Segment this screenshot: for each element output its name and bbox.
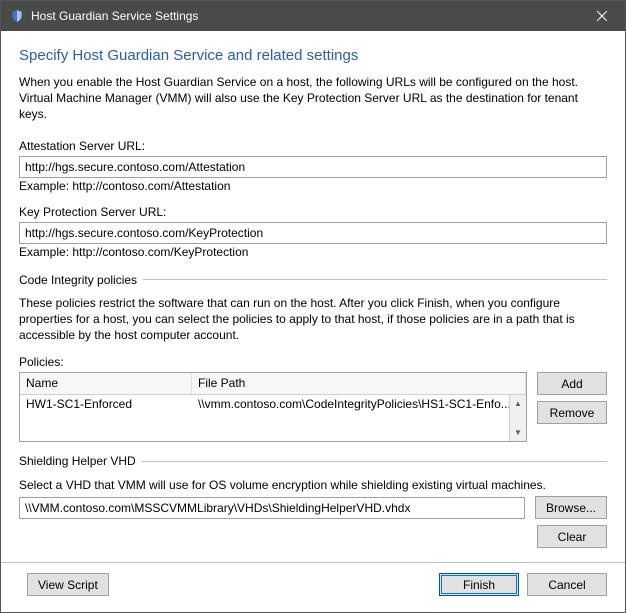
- finish-button[interactable]: Finish: [439, 573, 519, 596]
- intro-text: When you enable the Host Guardian Servic…: [19, 74, 607, 123]
- add-button[interactable]: Add: [537, 372, 607, 395]
- divider: [142, 461, 607, 462]
- col-name[interactable]: Name: [20, 373, 192, 394]
- policies-table[interactable]: Name File Path HW1-SC1-Enforced \\vmm.co…: [19, 372, 527, 442]
- ci-description: These policies restrict the software tha…: [19, 295, 607, 344]
- cell-name: HW1-SC1-Enforced: [20, 395, 192, 415]
- close-button[interactable]: [579, 1, 625, 31]
- clear-button[interactable]: Clear: [537, 525, 607, 548]
- vhd-path-input[interactable]: [19, 497, 525, 519]
- vhd-description: Select a VHD that VMM will use for OS vo…: [19, 478, 607, 492]
- page-heading: Specify Host Guardian Service and relate…: [19, 47, 607, 64]
- attestation-hint: Example: http://contoso.com/Attestation: [19, 179, 607, 193]
- table-row[interactable]: HW1-SC1-Enforced \\vmm.contoso.com\CodeI…: [20, 395, 526, 415]
- dialog-window: Host Guardian Service Settings Specify H…: [0, 0, 626, 613]
- vhd-group-text: Shielding Helper VHD: [19, 454, 136, 468]
- remove-button[interactable]: Remove: [537, 401, 607, 424]
- col-path[interactable]: File Path: [192, 373, 526, 394]
- divider: [143, 279, 607, 280]
- window-title: Host Guardian Service Settings: [31, 9, 579, 23]
- ci-group-text: Code Integrity policies: [19, 273, 137, 287]
- cell-path: \\vmm.contoso.com\CodeIntegrityPolicies\…: [192, 395, 526, 415]
- keyprotection-hint: Example: http://contoso.com/KeyProtectio…: [19, 245, 607, 259]
- vhd-group-label: Shielding Helper VHD: [19, 454, 607, 468]
- ci-group-label: Code Integrity policies: [19, 273, 607, 287]
- button-bar: View Script Finish Cancel: [1, 562, 625, 606]
- keyprotection-url-input[interactable]: [19, 222, 607, 244]
- view-script-button[interactable]: View Script: [27, 573, 109, 596]
- dialog-body: Specify Host Guardian Service and relate…: [1, 31, 625, 612]
- scroll-up-icon[interactable]: ▲: [510, 395, 526, 412]
- attestation-url-input[interactable]: [19, 156, 607, 178]
- table-scrollbar[interactable]: ▲ ▼: [509, 395, 526, 441]
- title-bar: Host Guardian Service Settings: [1, 1, 625, 31]
- shield-icon: [9, 8, 25, 24]
- scroll-down-icon[interactable]: ▼: [510, 424, 526, 441]
- attestation-label: Attestation Server URL:: [19, 139, 607, 153]
- cancel-button[interactable]: Cancel: [527, 573, 607, 596]
- table-header: Name File Path: [20, 373, 526, 395]
- keyprotection-label: Key Protection Server URL:: [19, 205, 607, 219]
- policies-label: Policies:: [19, 355, 607, 369]
- browse-button[interactable]: Browse...: [535, 496, 607, 519]
